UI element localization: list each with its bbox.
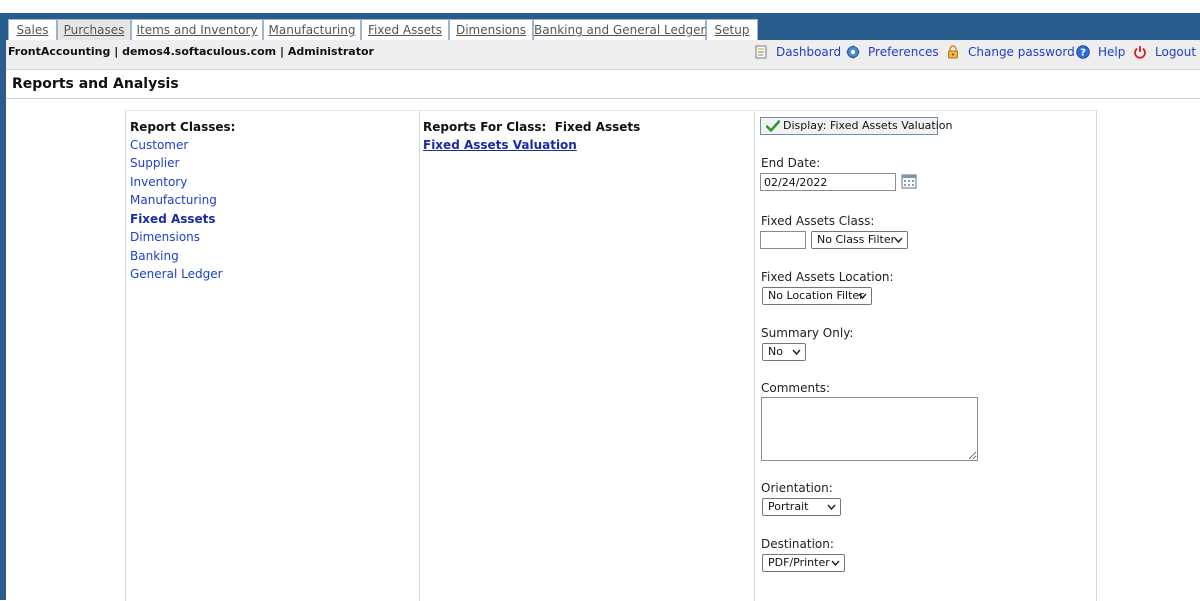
document-icon [754, 45, 768, 59]
destination-select-value: PDF/Printer [768, 556, 830, 569]
tab-purchases[interactable]: Purchases [57, 19, 131, 40]
class-link-manufacturing[interactable]: Manufacturing [130, 193, 217, 207]
svg-text:?: ? [1080, 48, 1086, 59]
gear-icon [846, 45, 860, 59]
reports-column: Reports For Class: Fixed Assets Fixed As… [419, 111, 755, 601]
summary-only-label: Summary Only: [761, 326, 854, 340]
dashboard-label: Dashboard [776, 45, 842, 59]
tab-sales[interactable]: Sales [8, 19, 57, 40]
calendar-icon[interactable] [901, 173, 917, 189]
destination-label: Destination: [761, 537, 834, 551]
tab-banking-and-general-ledger[interactable]: Banking and General Ledger [533, 19, 706, 40]
orientation-select-value: Portrait [768, 500, 809, 513]
class-link-banking[interactable]: Banking [130, 249, 179, 263]
chevron-down-icon [894, 237, 903, 244]
checkmark-icon [765, 120, 781, 132]
orientation-label: Orientation: [761, 481, 833, 495]
title-divider [6, 98, 1200, 99]
change-password-link[interactable]: Change password [946, 45, 1075, 61]
fixed-assets-class-label: Fixed Assets Class: [761, 214, 875, 228]
fixed-assets-class-select[interactable]: No Class Filter [811, 231, 908, 249]
destination-select[interactable]: PDF/Printer [762, 554, 845, 572]
module-tab-bar: Sales Purchases Items and Inventory Manu… [6, 13, 1200, 40]
class-select-value: No Class Filter [817, 233, 896, 246]
report-classes-heading: Report Classes: [130, 120, 236, 134]
system-info: FrontAccounting | demos4.softaculous.com… [8, 45, 374, 58]
report-link-fixed-assets-valuation[interactable]: Fixed Assets Valuation [423, 138, 577, 152]
power-icon [1133, 45, 1147, 59]
summary-select-value: No [768, 345, 783, 358]
change-password-label: Change password [968, 45, 1075, 59]
reports-heading: Reports For Class: Fixed Assets [423, 120, 641, 134]
chevron-down-icon [827, 504, 836, 511]
dashboard-link[interactable]: Dashboard [754, 45, 841, 61]
end-date-input[interactable] [760, 173, 896, 191]
tab-items-and-inventory[interactable]: Items and Inventory [131, 19, 263, 40]
chevron-down-icon [858, 293, 867, 300]
tab-dimensions[interactable]: Dimensions [449, 19, 533, 40]
comments-label: Comments: [761, 381, 831, 395]
top-margin [0, 0, 1200, 13]
location-select-value: No Location Filter [768, 289, 864, 302]
fixed-assets-class-code-input[interactable] [760, 231, 806, 249]
help-link[interactable]: ? Help [1076, 45, 1125, 61]
end-date-label: End Date: [761, 156, 821, 170]
class-link-supplier[interactable]: Supplier [130, 156, 179, 170]
report-classes-column: Report Classes: Customer Supplier Invent… [126, 111, 419, 601]
page: Sales Purchases Items and Inventory Manu… [6, 13, 1200, 601]
tab-fixed-assets[interactable]: Fixed Assets [361, 19, 449, 40]
tab-manufacturing[interactable]: Manufacturing [263, 19, 361, 40]
lock-icon [946, 45, 960, 59]
class-link-general-ledger[interactable]: General Ledger [130, 267, 223, 281]
page-title: Reports and Analysis [12, 76, 179, 92]
class-link-dimensions[interactable]: Dimensions [130, 230, 200, 244]
orientation-select[interactable]: Portrait [762, 498, 841, 516]
report-options-column: Display: Fixed Assets Valuation End Date… [754, 111, 1097, 601]
preferences-label: Preferences [868, 45, 939, 59]
display-button-label: Display: Fixed Assets Valuation [783, 119, 953, 132]
class-link-fixed-assets[interactable]: Fixed Assets [130, 212, 216, 226]
reports-panel: Report Classes: Customer Supplier Invent… [125, 110, 1097, 601]
class-link-customer[interactable]: Customer [130, 138, 188, 152]
chevron-down-icon [831, 560, 840, 567]
fixed-assets-location-label: Fixed Assets Location: [761, 270, 894, 284]
chevron-down-icon [792, 349, 801, 356]
tab-setup[interactable]: Setup [706, 19, 758, 40]
preferences-link[interactable]: Preferences [846, 45, 939, 61]
logout-link[interactable]: Logout [1133, 45, 1196, 61]
logout-label: Logout [1155, 45, 1197, 59]
help-icon: ? [1076, 45, 1090, 59]
class-link-inventory[interactable]: Inventory [130, 175, 187, 189]
summary-only-select[interactable]: No [762, 343, 806, 361]
fixed-assets-location-select[interactable]: No Location Filter [762, 287, 872, 305]
help-label: Help [1098, 45, 1126, 59]
display-report-button[interactable]: Display: Fixed Assets Valuation [760, 117, 953, 135]
comments-textarea[interactable] [761, 397, 978, 461]
header-bar: FrontAccounting | demos4.softaculous.com… [6, 40, 1200, 70]
